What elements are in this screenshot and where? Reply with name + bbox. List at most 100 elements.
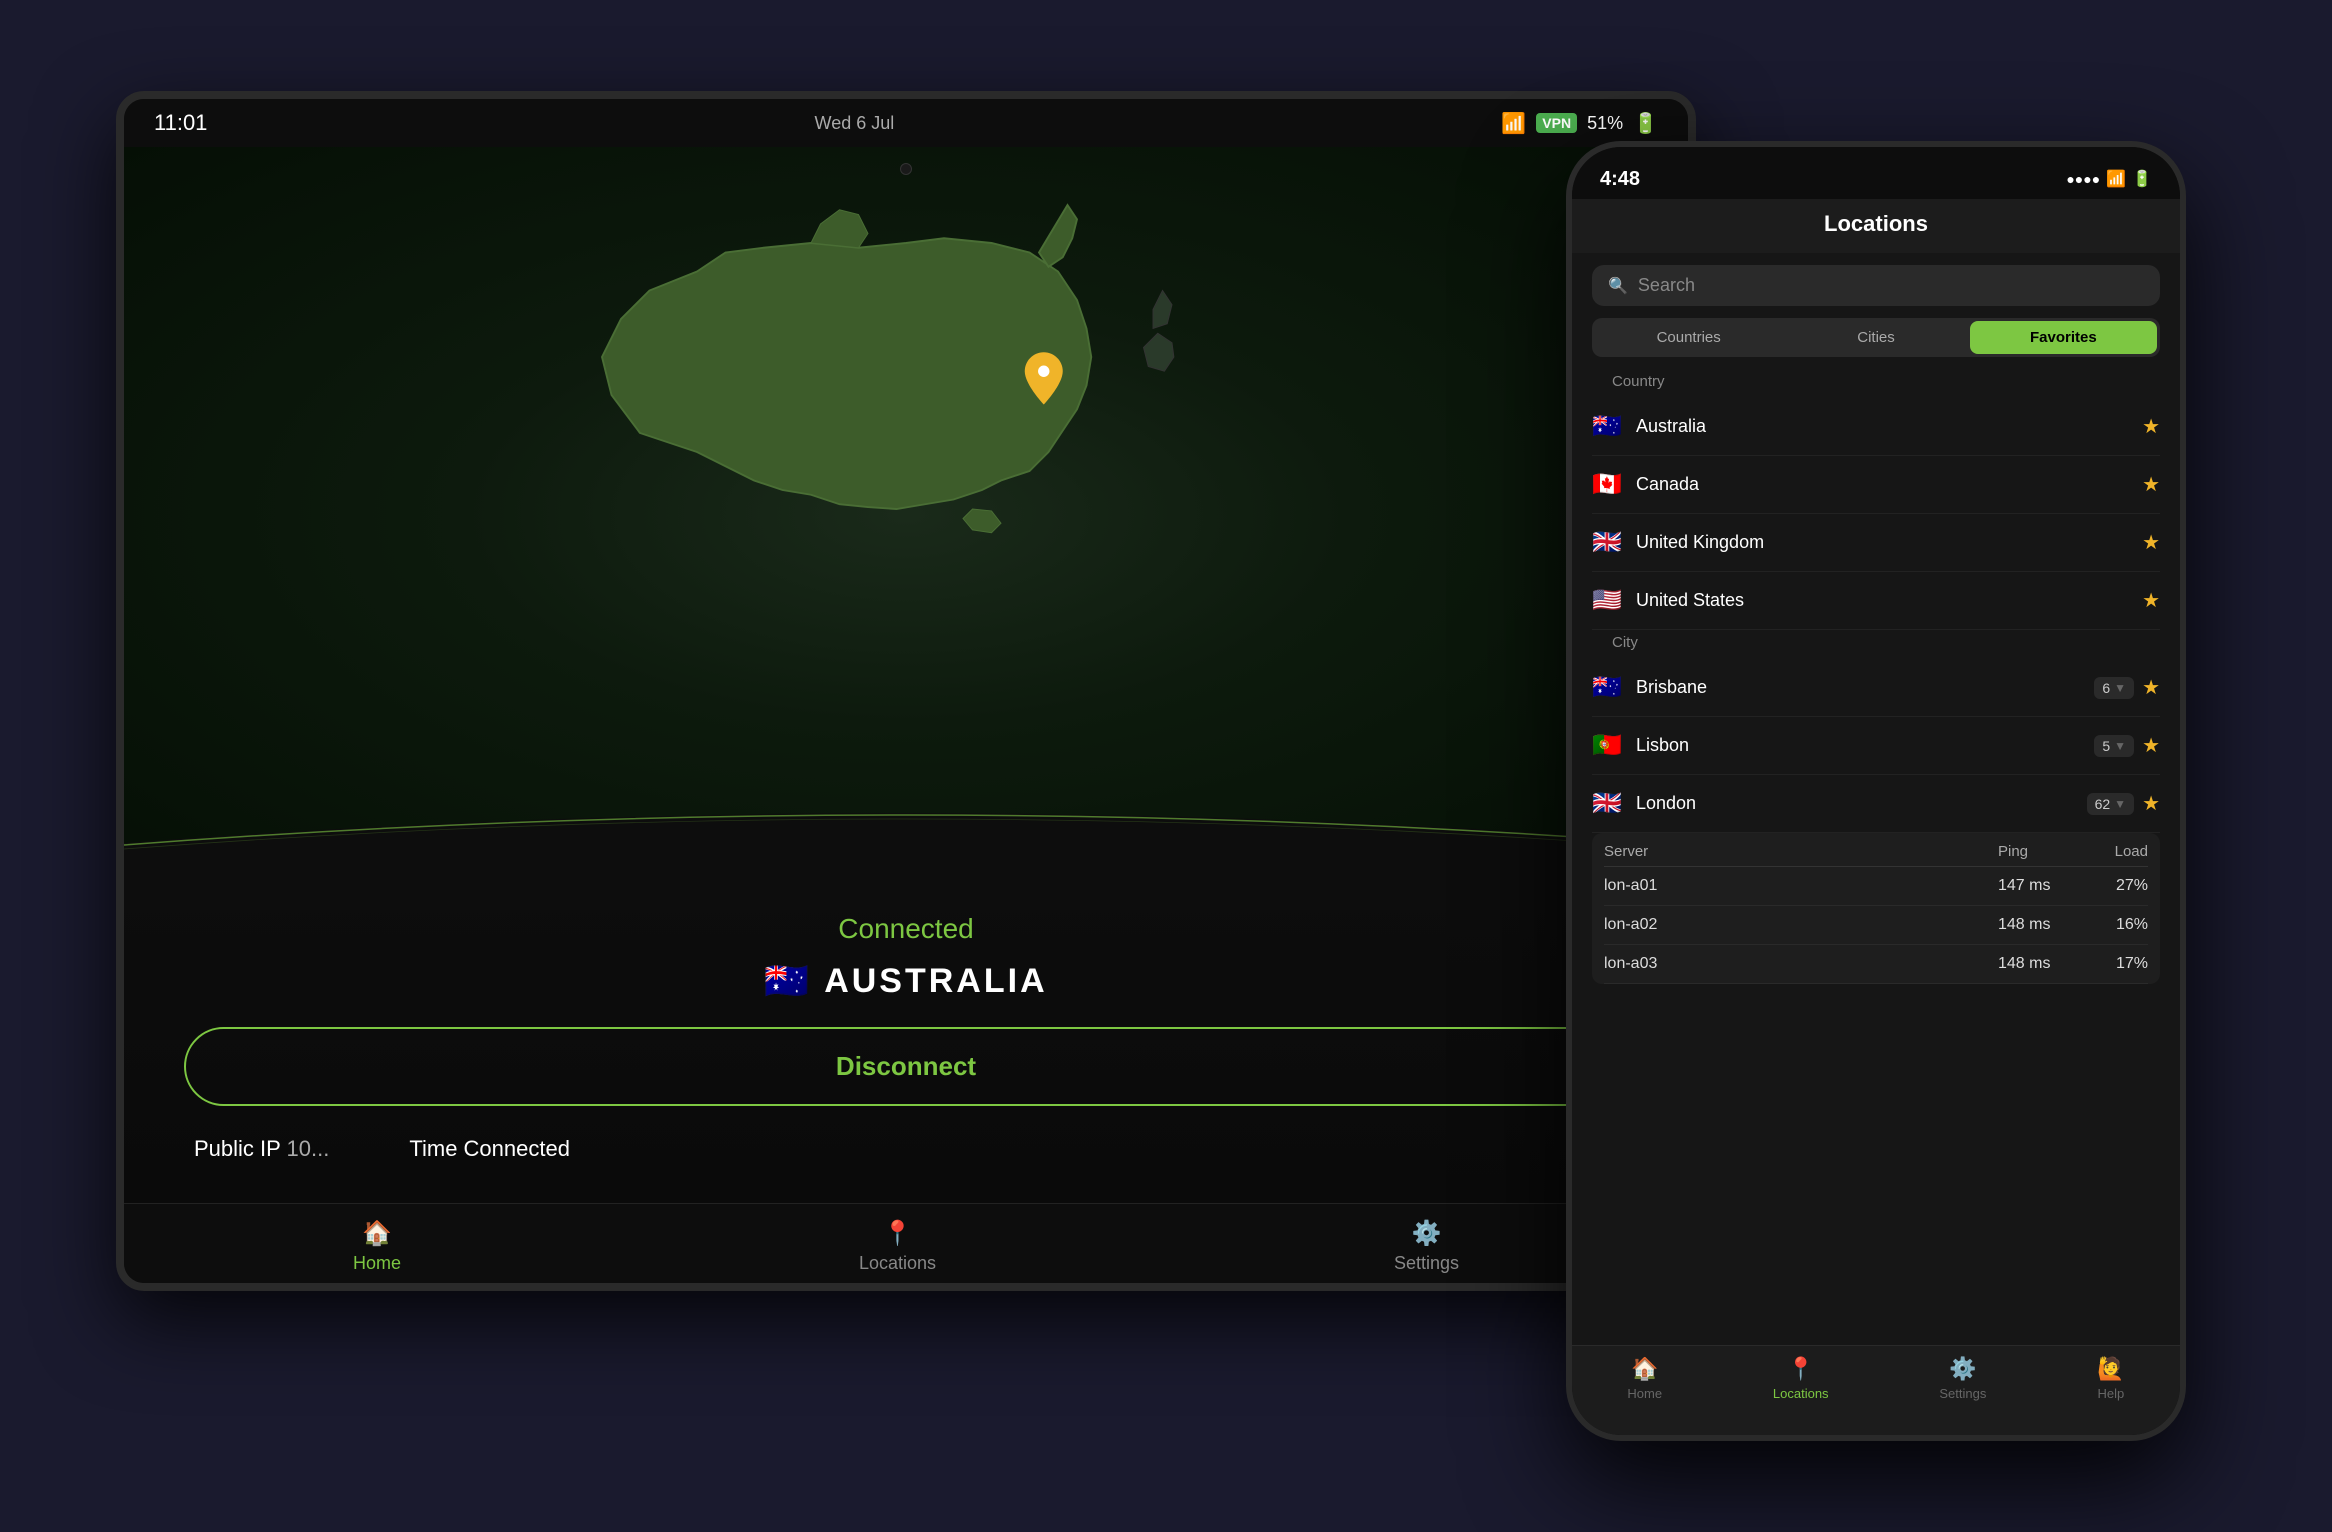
list-item-canada[interactable]: 🇨🇦 Canada ★: [1592, 456, 2160, 514]
server-lona01-load: 27%: [2088, 877, 2148, 895]
signal-icon: ●●●●: [2066, 171, 2100, 187]
uk-star[interactable]: ★: [2142, 530, 2160, 555]
canada-star[interactable]: ★: [2142, 472, 2160, 497]
tablet-nav-locations-label: Locations: [859, 1253, 936, 1274]
brisbane-flag: 🇦🇺: [1592, 673, 1624, 702]
london-server-list: Server Ping Load lon-a01 147 ms 27% lon-…: [1592, 833, 2160, 984]
section-city-label: City: [1592, 630, 2160, 659]
tab-favorites[interactable]: Favorites: [1970, 321, 2157, 354]
canada-name: Canada: [1636, 474, 2142, 495]
tablet-bottom-section: Connected 🇦🇺 AUSTRALIA Disconnect Public…: [124, 883, 1688, 1203]
locations-icon: 📍: [883, 1219, 913, 1248]
tablet-nav-settings[interactable]: ⚙️ Settings: [1394, 1219, 1459, 1268]
london-star[interactable]: ★: [2142, 791, 2160, 816]
brisbane-star[interactable]: ★: [2142, 675, 2160, 700]
list-item-australia[interactable]: 🇦🇺 Australia ★: [1592, 398, 2160, 456]
tabs-row: Countries Cities Favorites: [1592, 318, 2160, 357]
tablet-nav-locations[interactable]: 📍 Locations: [859, 1219, 936, 1268]
us-flag: 🇺🇸: [1592, 586, 1624, 615]
home-icon: 🏠: [362, 1219, 392, 1248]
tablet-map: [124, 147, 1688, 883]
lisbon-chevron-icon: ▼: [2114, 739, 2126, 753]
search-input[interactable]: Search: [1638, 275, 1695, 296]
lisbon-name: Lisbon: [1636, 735, 2094, 756]
server-row-lona01[interactable]: lon-a01 147 ms 27%: [1604, 867, 2148, 906]
phone-nav-home[interactable]: 🏠 Home: [1627, 1356, 1662, 1415]
settings-icon: ⚙️: [1412, 1219, 1442, 1248]
server-lona03-load: 17%: [2088, 955, 2148, 973]
london-count-badge: 62 ▼: [2087, 793, 2134, 815]
tablet-status-bar: 11:01 Wed 6 Jul 📶 VPN 51% 🔋: [124, 99, 1688, 147]
lisbon-count-badge: 5 ▼: [2094, 735, 2134, 757]
london-flag: 🇬🇧: [1592, 789, 1624, 818]
list-item-london[interactable]: 🇬🇧 London 62 ▼ ★: [1592, 775, 2160, 833]
phone-locations-label: Locations: [1773, 1386, 1829, 1401]
server-col-load: Load: [2088, 843, 2148, 860]
phone-status-right: ●●●● 📶 🔋: [2066, 169, 2152, 189]
brisbane-count-badge: 6 ▼: [2094, 677, 2134, 699]
disconnect-button[interactable]: Disconnect: [184, 1027, 1628, 1106]
server-lona03-name: lon-a03: [1604, 955, 1998, 973]
country-row: 🇦🇺 AUSTRALIA: [184, 960, 1628, 1002]
list-item-us[interactable]: 🇺🇸 United States ★: [1592, 572, 2160, 630]
phone-help-icon: 🙋: [2097, 1356, 2124, 1382]
us-star[interactable]: ★: [2142, 588, 2160, 613]
server-lona01-name: lon-a01: [1604, 877, 1998, 895]
uk-flag: 🇬🇧: [1592, 528, 1624, 557]
us-name: United States: [1636, 590, 2142, 611]
tab-countries[interactable]: Countries: [1595, 321, 1782, 354]
list-item-lisbon[interactable]: 🇵🇹 Lisbon 5 ▼ ★: [1592, 717, 2160, 775]
public-ip-value: 10...: [287, 1136, 330, 1161]
horizon-line: [124, 763, 1688, 883]
tablet-time: 11:01: [154, 110, 207, 136]
tablet-nav-settings-label: Settings: [1394, 1253, 1459, 1274]
public-ip-item: Public IP 10...: [194, 1136, 329, 1162]
tablet-nav-home[interactable]: 🏠 Home: [353, 1219, 401, 1268]
tablet-date: Wed 6 Jul: [815, 113, 895, 134]
list-item-uk[interactable]: 🇬🇧 United Kingdom ★: [1592, 514, 2160, 572]
brisbane-chevron-icon: ▼: [2114, 681, 2126, 695]
info-row: Public IP 10... Time Connected: [184, 1136, 1628, 1162]
locations-list[interactable]: Country 🇦🇺 Australia ★ 🇨🇦 Canada ★ 🇬🇧 U: [1572, 369, 2180, 1345]
london-count: 62: [2095, 796, 2111, 812]
scene: 11:01 Wed 6 Jul 📶 VPN 51% 🔋: [66, 41, 2266, 1491]
vpn-badge: VPN: [1536, 113, 1577, 133]
phone-home-icon: 🏠: [1631, 1356, 1658, 1382]
server-col-ping: Ping: [1998, 843, 2088, 860]
australia-flag: 🇦🇺: [764, 960, 809, 1002]
search-bar[interactable]: 🔍 Search: [1592, 265, 2160, 306]
australia-star[interactable]: ★: [2142, 414, 2160, 439]
tablet-status-right: 📶 VPN 51% 🔋: [1501, 111, 1658, 136]
phone-bottom-nav: 🏠 Home 📍 Locations ⚙️ Settings 🙋 Help: [1572, 1345, 2180, 1435]
phone-nav-settings[interactable]: ⚙️ Settings: [1939, 1356, 1986, 1415]
server-lona03-ping: 148 ms: [1998, 955, 2088, 973]
australia-svg: [516, 167, 1296, 547]
phone-title: Locations: [1824, 211, 1928, 236]
phone-help-label: Help: [2098, 1386, 2125, 1401]
server-row-lona03[interactable]: lon-a03 148 ms 17%: [1604, 945, 2148, 984]
server-lona02-ping: 148 ms: [1998, 916, 2088, 934]
lisbon-flag: 🇵🇹: [1592, 731, 1624, 760]
connected-status: Connected: [184, 913, 1628, 945]
connected-country: AUSTRALIA: [824, 962, 1047, 1001]
lisbon-star[interactable]: ★: [2142, 733, 2160, 758]
phone-settings-icon: ⚙️: [1949, 1356, 1976, 1382]
phone-status-bar: 4:48 ●●●● 📶 🔋: [1572, 147, 2180, 199]
australia-flag-phone: 🇦🇺: [1592, 412, 1624, 441]
brisbane-count: 6: [2102, 680, 2110, 696]
server-lona02-name: lon-a02: [1604, 916, 1998, 934]
server-table-header: Server Ping Load: [1604, 833, 2148, 867]
phone-device: 4:48 ●●●● 📶 🔋 Locations 🔍 Search Countri…: [1566, 141, 2186, 1441]
time-connected-label: Time Connected: [409, 1136, 570, 1161]
battery-level: 51%: [1587, 113, 1623, 134]
brisbane-name: Brisbane: [1636, 677, 2094, 698]
wifi-icon: 📶: [1501, 111, 1526, 136]
list-item-brisbane[interactable]: 🇦🇺 Brisbane 6 ▼ ★: [1592, 659, 2160, 717]
phone-nav-help[interactable]: 🙋 Help: [2097, 1356, 2124, 1415]
battery-icon-phone: 🔋: [2132, 169, 2152, 189]
server-row-lona02[interactable]: lon-a02 148 ms 16%: [1604, 906, 2148, 945]
search-icon: 🔍: [1608, 276, 1628, 296]
australia-name: Australia: [1636, 416, 2142, 437]
phone-nav-locations[interactable]: 📍 Locations: [1773, 1356, 1829, 1415]
tab-cities[interactable]: Cities: [1782, 321, 1969, 354]
